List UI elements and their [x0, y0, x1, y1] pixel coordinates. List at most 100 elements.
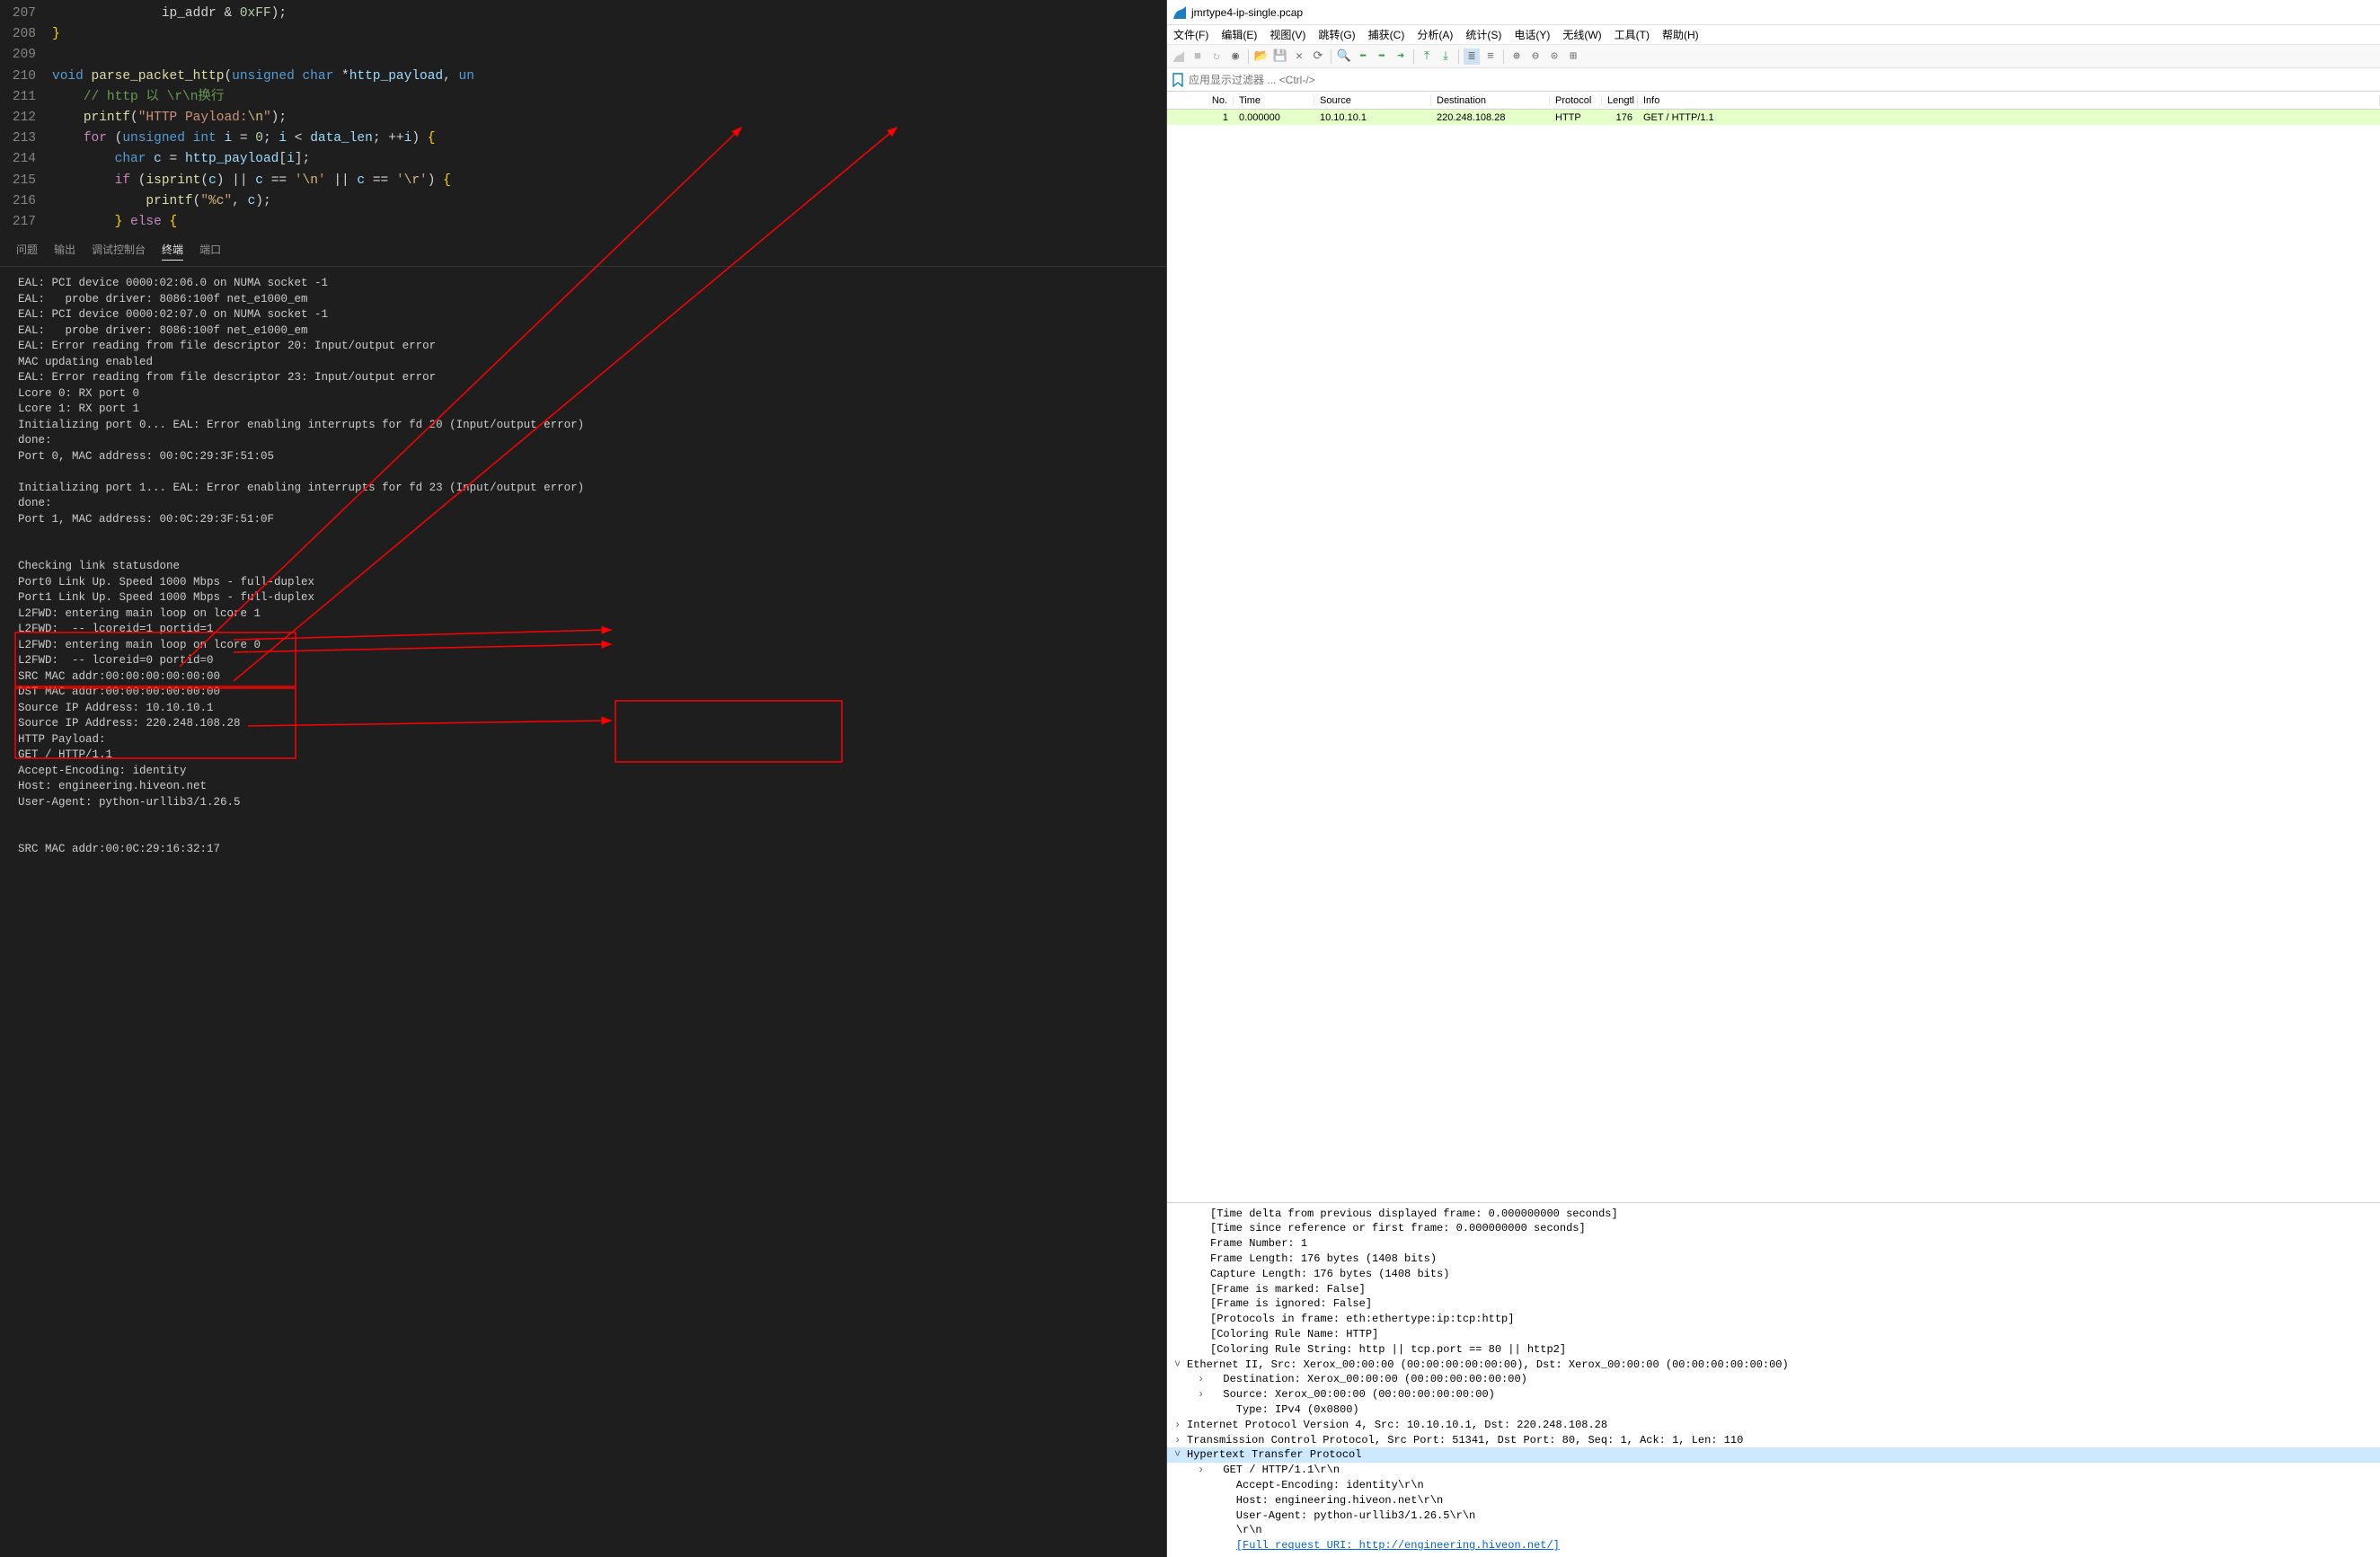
open-file-icon[interactable]: 📂: [1253, 49, 1270, 65]
packet-row[interactable]: 10.00000010.10.10.1220.248.108.28HTTP176…: [1167, 110, 2380, 125]
col-destination[interactable]: Destination: [1431, 95, 1550, 106]
close-file-icon[interactable]: ✕: [1291, 49, 1307, 65]
code-line[interactable]: 209: [0, 45, 1166, 66]
detail-line[interactable]: › Destination: Xerox_00:00:00 (00:00:00:…: [1167, 1372, 2380, 1387]
detail-line[interactable]: ›Internet Protocol Version 4, Src: 10.10…: [1167, 1418, 2380, 1433]
detail-line[interactable]: Host: engineering.hiveon.net\r\n: [1167, 1493, 2380, 1508]
detail-line[interactable]: Accept-Encoding: identity\r\n: [1167, 1478, 2380, 1493]
detail-line[interactable]: Capture Length: 176 bytes (1408 bits): [1167, 1267, 2380, 1282]
detail-line[interactable]: \r\n: [1167, 1523, 2380, 1538]
menu-item[interactable]: 文件(F): [1167, 27, 1215, 42]
line-number: 216: [0, 191, 52, 212]
colorize-icon[interactable]: ≡: [1482, 49, 1499, 65]
tree-toggle-icon[interactable]: ›: [1198, 1463, 1210, 1478]
tree-toggle-icon[interactable]: ˅: [1174, 1447, 1187, 1463]
menu-item[interactable]: 工具(T): [1608, 27, 1656, 42]
tree-toggle-icon[interactable]: ›: [1174, 1433, 1187, 1448]
reload-icon[interactable]: ⟳: [1310, 49, 1326, 65]
code-line[interactable]: 217 } else {: [0, 212, 1166, 233]
packet-details[interactable]: [Time delta from previous displayed fram…: [1167, 1202, 2380, 1557]
menu-item[interactable]: 视图(V): [1263, 27, 1312, 42]
detail-line[interactable]: [Protocols in frame: eth:ethertype:ip:tc…: [1167, 1312, 2380, 1327]
tree-toggle-icon[interactable]: ›: [1198, 1372, 1210, 1387]
panel-tabs: 问题 输出 调试控制台 终端 端口: [0, 236, 1166, 267]
code-line[interactable]: 214 char c = http_payload[i];: [0, 149, 1166, 170]
menu-item[interactable]: 跳转(G): [1312, 27, 1361, 42]
bookmark-icon[interactable]: [1171, 73, 1185, 87]
terminal-output[interactable]: EAL: PCI device 0000:02:06.0 on NUMA soc…: [0, 267, 1166, 1557]
detail-line[interactable]: [Time since reference or first frame: 0.…: [1167, 1221, 2380, 1236]
save-file-icon[interactable]: 💾: [1272, 49, 1288, 65]
packet-list-blank[interactable]: [1167, 125, 2380, 1202]
code-line[interactable]: 210void parse_packet_http(unsigned char …: [0, 66, 1166, 87]
restart-capture-icon[interactable]: ↻: [1208, 49, 1225, 65]
detail-line[interactable]: Type: IPv4 (0x0800): [1167, 1402, 2380, 1418]
detail-line[interactable]: [Frame is ignored: False]: [1167, 1296, 2380, 1312]
code-line[interactable]: 211 // http 以 \r\n换行: [0, 87, 1166, 108]
line-number: 212: [0, 108, 52, 128]
wireshark-icon: [1172, 5, 1187, 20]
tab-output[interactable]: 输出: [54, 242, 75, 261]
code-line[interactable]: 216 printf("%c", c);: [0, 191, 1166, 212]
col-no[interactable]: No.: [1167, 95, 1234, 106]
resize-columns-icon[interactable]: ⊞: [1565, 49, 1581, 65]
line-number: 213: [0, 128, 52, 149]
detail-line[interactable]: Frame Length: 176 bytes (1408 bits): [1167, 1252, 2380, 1267]
col-source[interactable]: Source: [1314, 95, 1431, 106]
tab-debug[interactable]: 调试控制台: [92, 242, 146, 261]
menu-item[interactable]: 分析(A): [1411, 27, 1459, 42]
col-info[interactable]: Info: [1638, 95, 2380, 106]
col-protocol[interactable]: Protocol: [1550, 95, 1602, 106]
line-number: 217: [0, 212, 52, 233]
tree-toggle-icon[interactable]: ˅: [1174, 1358, 1187, 1373]
tree-toggle-icon[interactable]: ›: [1174, 1418, 1187, 1433]
zoom-reset-icon[interactable]: ⊙: [1546, 49, 1562, 65]
detail-line[interactable]: [Coloring Rule String: http || tcp.port …: [1167, 1342, 2380, 1358]
col-time[interactable]: Time: [1234, 95, 1314, 106]
code-line[interactable]: 208}: [0, 24, 1166, 45]
go-forward-icon[interactable]: ➡: [1374, 49, 1390, 65]
find-packet-icon[interactable]: 🔍: [1336, 49, 1352, 65]
detail-line[interactable]: [Coloring Rule Name: HTTP]: [1167, 1327, 2380, 1342]
wireshark-titlebar: jmrtype4-ip-single.pcap: [1167, 0, 2380, 25]
jump-packet-icon[interactable]: ➜: [1393, 49, 1409, 65]
zoom-in-icon[interactable]: ⊕: [1509, 49, 1525, 65]
last-packet-icon[interactable]: ⤓: [1438, 49, 1454, 65]
detail-line[interactable]: User-Agent: python-urllib3/1.26.5\r\n: [1167, 1508, 2380, 1524]
tab-ports[interactable]: 端口: [199, 242, 221, 261]
go-back-icon[interactable]: ⬅: [1355, 49, 1371, 65]
detail-line[interactable]: ˅Ethernet II, Src: Xerox_00:00:00 (00:00…: [1167, 1358, 2380, 1373]
menu-item[interactable]: 帮助(H): [1656, 27, 1705, 42]
first-packet-icon[interactable]: ⤒: [1419, 49, 1435, 65]
code-editor[interactable]: 207 ip_addr & 0xFF);208}209210void parse…: [0, 0, 1166, 236]
detail-line[interactable]: › GET / HTTP/1.1\r\n: [1167, 1463, 2380, 1478]
code-line[interactable]: 215 if (isprint(c) || c == '\n' || c == …: [0, 171, 1166, 191]
code-line[interactable]: 207 ip_addr & 0xFF);: [0, 4, 1166, 24]
capture-options-icon[interactable]: ◉: [1227, 49, 1243, 65]
detail-line[interactable]: › Source: Xerox_00:00:00 (00:00:00:00:00…: [1167, 1387, 2380, 1402]
display-filter-input[interactable]: [1189, 74, 2376, 86]
stop-capture-icon[interactable]: ■: [1190, 49, 1206, 65]
detail-line[interactable]: [Frame is marked: False]: [1167, 1282, 2380, 1297]
menu-item[interactable]: 捕获(C): [1362, 27, 1411, 42]
code-line[interactable]: 212 printf("HTTP Payload:\n");: [0, 108, 1166, 128]
wireshark-menubar: 文件(F)编辑(E)视图(V)跳转(G)捕获(C)分析(A)统计(S)电话(Y)…: [1167, 25, 2380, 45]
tree-toggle-icon[interactable]: ›: [1198, 1387, 1210, 1402]
menu-item[interactable]: 电话(Y): [1508, 27, 1556, 42]
tab-problems[interactable]: 问题: [16, 242, 38, 261]
menu-item[interactable]: 统计(S): [1459, 27, 1508, 42]
detail-line[interactable]: ˅Hypertext Transfer Protocol: [1167, 1447, 2380, 1463]
detail-line[interactable]: [Full request URI: http://engineering.hi…: [1167, 1538, 2380, 1553]
shark-fin-icon[interactable]: [1171, 49, 1187, 65]
tab-terminal[interactable]: 终端: [162, 242, 183, 261]
zoom-out-icon[interactable]: ⊖: [1527, 49, 1544, 65]
line-number: 208: [0, 24, 52, 45]
detail-line[interactable]: Frame Number: 1: [1167, 1236, 2380, 1252]
menu-item[interactable]: 无线(W): [1556, 27, 1607, 42]
auto-scroll-icon[interactable]: ≣: [1464, 49, 1480, 65]
menu-item[interactable]: 编辑(E): [1215, 27, 1263, 42]
detail-line[interactable]: [Time delta from previous displayed fram…: [1167, 1207, 2380, 1222]
detail-line[interactable]: ›Transmission Control Protocol, Src Port…: [1167, 1433, 2380, 1448]
col-length[interactable]: Lengtl: [1602, 95, 1638, 106]
code-line[interactable]: 213 for (unsigned int i = 0; i < data_le…: [0, 128, 1166, 149]
